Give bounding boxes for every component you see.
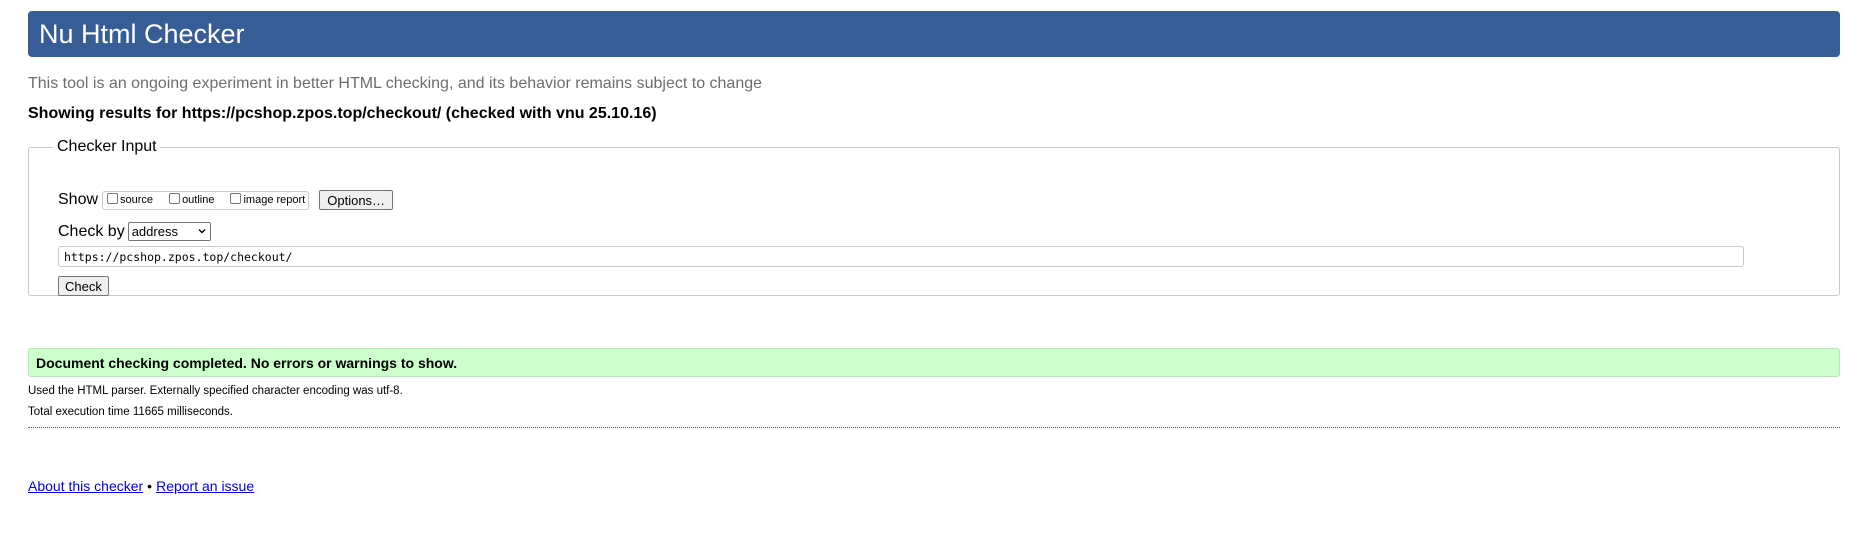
show-row: Show source outline image report Options… bbox=[58, 190, 394, 210]
show-source-option[interactable]: source bbox=[104, 192, 154, 206]
source-checkbox-label: source bbox=[120, 194, 154, 206]
footer: About this checker • Report an issue bbox=[28, 478, 254, 494]
subtitle: This tool is an ongoing experiment in be… bbox=[28, 75, 763, 92]
footer-separator: • bbox=[147, 478, 153, 494]
image-report-checkbox-label: image report bbox=[243, 194, 306, 206]
about-checker-link[interactable]: About this checker bbox=[28, 478, 143, 494]
parser-info: Used the HTML parser. Externally specifi… bbox=[28, 385, 403, 397]
execution-time-info: Total execution time 11665 milliseconds. bbox=[28, 406, 233, 418]
chevron-down-icon bbox=[198, 229, 206, 234]
show-options-group: source outline image report bbox=[102, 190, 310, 210]
show-outline-option[interactable]: outline bbox=[166, 192, 215, 206]
outline-checkbox[interactable] bbox=[169, 192, 181, 204]
page-header: Nu Html Checker bbox=[28, 11, 1840, 57]
check-by-selected-value: address bbox=[131, 224, 178, 239]
options-button[interactable]: Options… bbox=[319, 190, 394, 210]
results-heading: Showing results for https://pcshop.zpos.… bbox=[28, 105, 657, 122]
success-message: Document checking completed. No errors o… bbox=[28, 348, 1840, 377]
show-image-report-option[interactable]: image report bbox=[227, 192, 306, 206]
source-checkbox[interactable] bbox=[107, 192, 119, 204]
checker-input-legend: Checker Input bbox=[57, 138, 157, 155]
check-by-select[interactable]: address bbox=[127, 222, 211, 241]
image-report-checkbox[interactable] bbox=[230, 192, 242, 204]
check-button[interactable]: Check bbox=[58, 276, 109, 296]
check-by-label: Check by bbox=[58, 222, 125, 240]
checker-input-fieldset: Checker Input Show source outline image … bbox=[28, 138, 1840, 296]
report-issue-link[interactable]: Report an issue bbox=[156, 478, 254, 494]
page-title: Nu Html Checker bbox=[39, 18, 245, 49]
outline-checkbox-label: outline bbox=[182, 194, 215, 206]
url-input[interactable]: https://pcshop.zpos.top/checkout/ bbox=[58, 246, 1744, 267]
check-by-row: Check by address bbox=[58, 222, 211, 241]
show-label: Show bbox=[58, 191, 99, 208]
divider bbox=[28, 427, 1840, 428]
